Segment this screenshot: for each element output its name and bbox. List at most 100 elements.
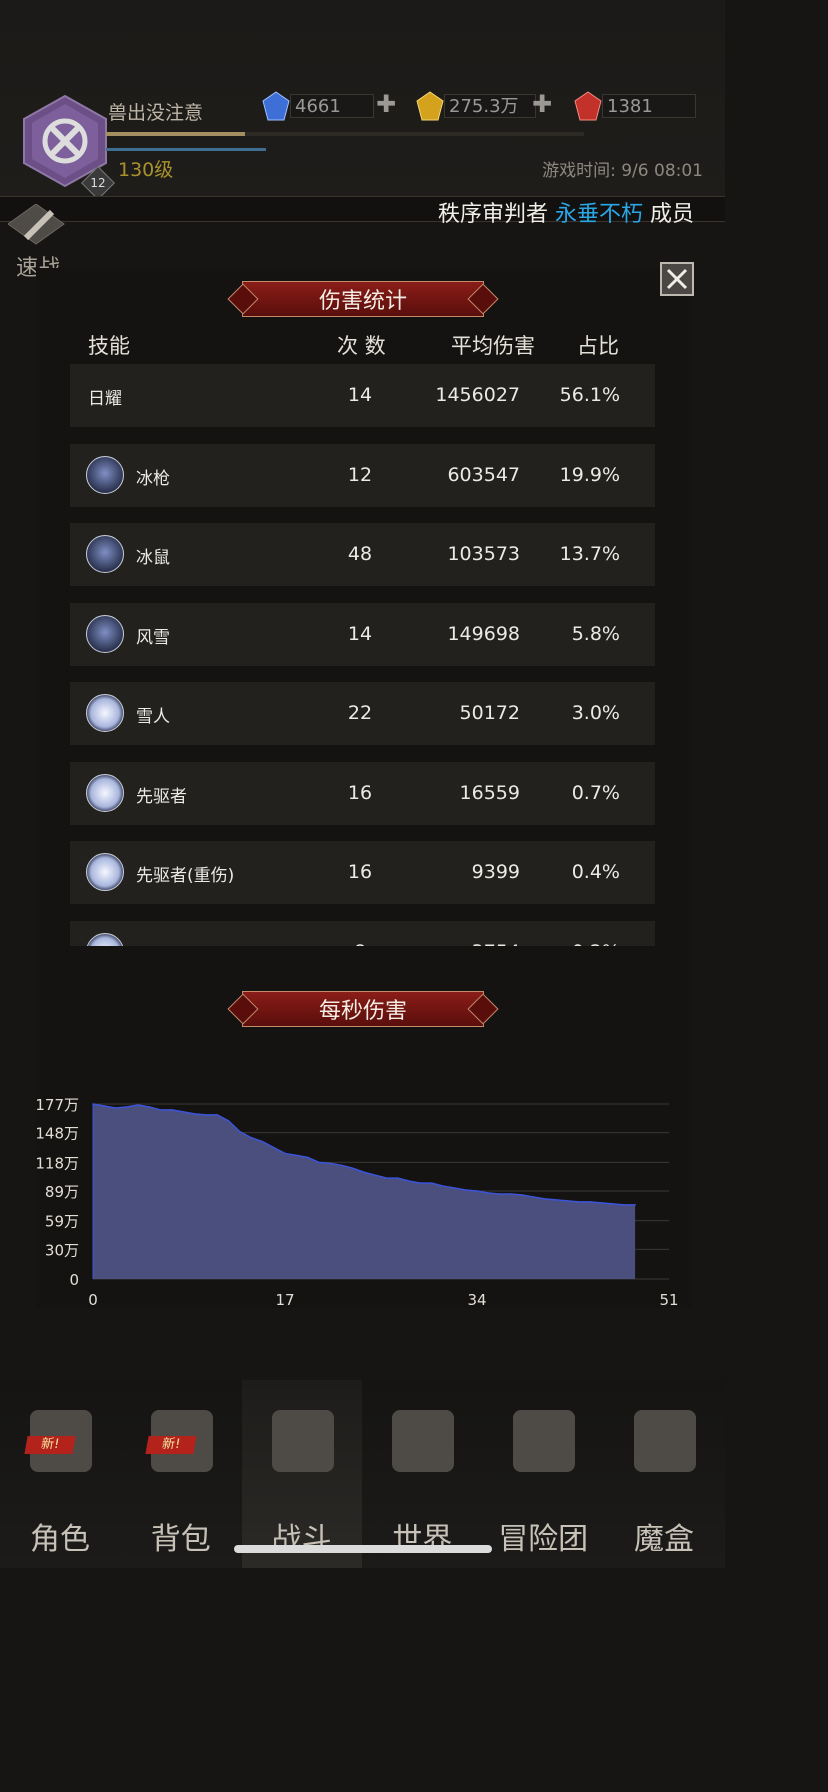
dps-point [543, 1198, 546, 1200]
table-row: 日耀 14 1456027 56.1% [70, 364, 655, 427]
dps-point [385, 1177, 388, 1179]
skill-count: 12 [347, 463, 373, 486]
skill-count: 14 [347, 384, 373, 406]
skill-avg-damage: 103573 [447, 543, 520, 565]
skill-share: 0.7% [571, 781, 620, 804]
sword-icon [86, 614, 124, 653]
skill-share: 13.7% [559, 543, 620, 565]
skill-avg-damage: 9399 [471, 861, 520, 883]
nav-item-4[interactable]: 冒险团 [483, 1380, 603, 1568]
currency-gold-value: 275.3万 [444, 94, 536, 118]
currency-red: 1381 [574, 91, 696, 121]
dps-point [272, 1146, 275, 1149]
dps-point [103, 1105, 106, 1107]
skill-share: 5.8% [571, 622, 620, 645]
x-tick-label: 34 [467, 1291, 486, 1309]
dps-point [464, 1189, 467, 1191]
cube-icon [634, 1410, 696, 1472]
dps-point [340, 1164, 343, 1167]
nav-item-1[interactable]: 新! 背包 [121, 1380, 241, 1568]
dps-point [577, 1201, 580, 1203]
dps-point [227, 1120, 230, 1122]
nav-item-2[interactable]: 战斗 [241, 1380, 362, 1568]
dps-point [114, 1107, 117, 1109]
dps-point [431, 1182, 433, 1184]
x-tick-label: 51 [659, 1291, 678, 1309]
table-row: 雪人 22 50172 3.0% [70, 682, 655, 745]
table-row: 大审审判 83754 0.2% [70, 920, 655, 947]
dps-title: 每秒伤害 [242, 991, 484, 1027]
player-name: 兽出没注意 [108, 102, 204, 124]
dps-ribbon: 每秒伤害 [222, 990, 504, 1028]
dps-point [476, 1190, 478, 1192]
nav-item-3[interactable]: 世界 [362, 1380, 482, 1568]
dps-point [126, 1106, 128, 1108]
skill-name: 大审审判 [136, 941, 204, 947]
skill-count: 8 [320, 941, 400, 947]
add-blue-button[interactable]: ✚ [376, 90, 396, 118]
dps-point [351, 1167, 354, 1170]
dps-point [306, 1156, 309, 1159]
column-share: 占比 [577, 334, 619, 358]
dps-point [589, 1201, 591, 1203]
announcement-text: 秩序审判者 永垂不朽 成员 [438, 202, 695, 227]
dps-point [566, 1200, 569, 1202]
skill-count: 16 [347, 861, 373, 883]
dps-point [419, 1182, 422, 1184]
y-tick-label: 148万 [36, 1125, 79, 1143]
gold-gem-icon [416, 91, 444, 121]
dps-point [137, 1104, 139, 1106]
skill-avg-damage: 1456027 [435, 384, 520, 406]
table-row: 冰枪 12 603547 19.9% [70, 443, 655, 507]
dps-point [600, 1202, 603, 1204]
dps-point [487, 1192, 490, 1194]
skill-share: 3.0% [571, 702, 620, 724]
close-icon [666, 268, 688, 290]
cloud-icon [86, 773, 124, 812]
nav-label: 角色 [30, 1522, 90, 1557]
y-tick-label: 30万 [45, 1241, 79, 1259]
dps-point [374, 1174, 377, 1176]
dps-point [171, 1109, 173, 1111]
currency-blue: 4661 [262, 91, 374, 121]
dps-point [318, 1161, 320, 1164]
damage-stats-ribbon: 伤害统计 [222, 280, 504, 318]
skill-avg-damage: 3754 [400, 941, 520, 947]
home-indicator[interactable] [234, 1545, 492, 1553]
mana-bar [106, 148, 266, 151]
skill-share: 19.9% [559, 463, 620, 486]
dps-point [453, 1187, 456, 1189]
dps-point [239, 1130, 241, 1133]
bottom-nav: 新! 角色 新! 背包 战斗 世界 冒险团 魔盒 [0, 1380, 725, 1568]
level-text: 130级 [118, 159, 174, 181]
x-tick-label: 17 [275, 1291, 294, 1309]
dps-point [261, 1140, 264, 1143]
y-tick-label: 177万 [36, 1096, 79, 1114]
damage-table[interactable]: 日耀 14 1456027 56.1% 冰枪 12 603547 19.9% 冰鼠 48 10357… [70, 364, 655, 946]
add-gold-button[interactable]: ✚ [532, 90, 552, 118]
game-time: 游戏时间: 9/6 08:01 [542, 161, 703, 181]
ice-spear-icon [86, 535, 124, 573]
dps-point [284, 1152, 286, 1155]
skill-count: 22 [347, 702, 373, 724]
currency-gold: 275.3万 [416, 91, 536, 121]
y-tick-label: 59万 [45, 1213, 79, 1231]
skill-avg-damage: 149698 [447, 622, 520, 645]
skill-count: 16 [347, 781, 373, 804]
close-button[interactable] [660, 262, 694, 296]
y-tick-label: 89万 [45, 1183, 79, 1201]
skill-share: 56.1% [559, 384, 620, 406]
dps-point [216, 1114, 219, 1116]
damage-stats-title: 伤害统计 [242, 281, 484, 317]
dps-point [363, 1171, 365, 1174]
skill-name: 先驱者 [136, 786, 187, 807]
nav-item-5[interactable]: 魔盒 [604, 1380, 724, 1568]
nav-item-0[interactable]: 新! 角色 [0, 1380, 120, 1568]
crossed-swords-icon [271, 1410, 334, 1472]
skill-name: 日耀 [88, 389, 122, 409]
skill-share: 0.4% [571, 861, 620, 883]
column-avg-damage: 平均伤害 [451, 334, 535, 358]
dps-point [623, 1204, 625, 1206]
new-badge: 新! [24, 1436, 76, 1454]
castle-icon [513, 1410, 576, 1472]
